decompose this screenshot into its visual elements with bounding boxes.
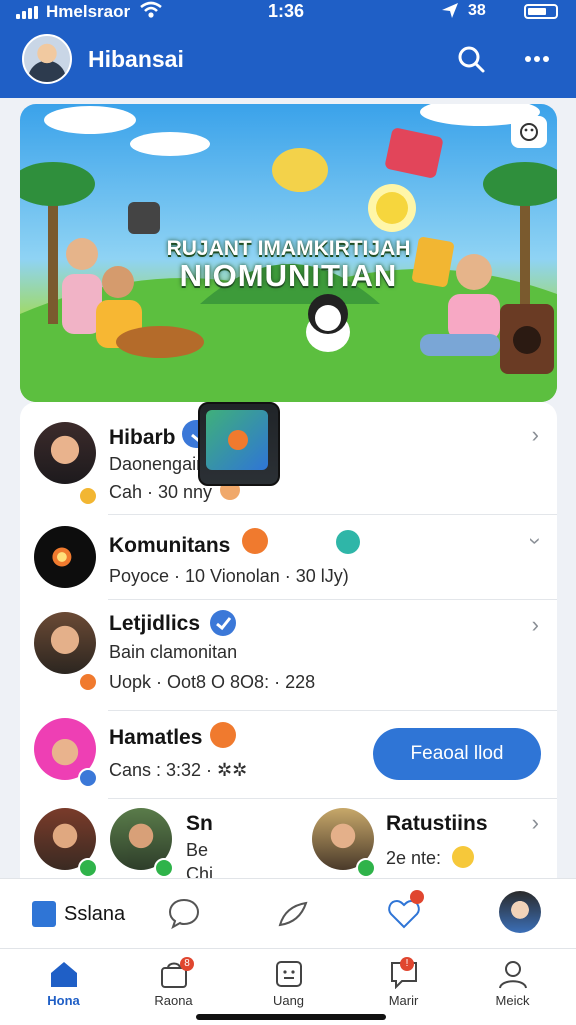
chevron-right-icon[interactable]: › — [532, 612, 539, 638]
list-item-title: Hamatles — [109, 726, 203, 749]
home-indicator — [196, 1014, 386, 1020]
tab-label: Hona — [47, 993, 80, 1008]
battery-icon — [524, 4, 558, 19]
list-item[interactable]: Hibarb Daonengains sobsiall Cah · 30 nny… — [20, 402, 557, 506]
tab-label: Raona — [154, 993, 193, 1008]
chevron-down-icon[interactable]: › — [522, 537, 548, 544]
profile-icon — [499, 961, 527, 989]
status-badge — [154, 858, 174, 878]
chevron-right-icon[interactable]: › — [532, 422, 539, 448]
list-item-title: Komunitans — [109, 534, 231, 557]
app-header: Hmelsraor 1:36 38 Hibansai — [0, 0, 576, 98]
battery-percent: 38 — [468, 2, 486, 19]
list-item-meta: Uopk · Oot8 O 8O8: · 228 — [109, 672, 316, 692]
flame-icon — [210, 722, 236, 748]
list-item-subtitle: Poyoce · 10 Vionolan · 30 lJy) — [109, 566, 349, 586]
status-badge — [78, 672, 98, 692]
verified-icon — [210, 610, 236, 636]
list-item-title: Letjidlics — [109, 612, 201, 635]
signal-icon — [16, 6, 38, 19]
tab-label: Marir — [388, 993, 419, 1008]
community-list: Hibarb Daonengains sobsiall Cah · 30 nny… — [20, 402, 557, 882]
carrier-name: Hmelsraor — [46, 2, 131, 21]
wifi-icon — [140, 1, 162, 24]
avatar — [34, 612, 96, 674]
profile-avatar[interactable] — [22, 34, 72, 84]
status-badge — [78, 768, 98, 788]
search-icon[interactable] — [456, 44, 486, 74]
list-item-subtitle: 2e nte: — [386, 848, 442, 868]
list-item[interactable]: Sn Be Chi Ratustiins 2e nte: › — [20, 798, 557, 882]
flame-icon — [242, 528, 268, 554]
social-action-button[interactable]: Feaoal llod — [373, 728, 541, 780]
list-item-subtitle: Be — [186, 840, 209, 860]
compose-bar: Sslana — [0, 878, 576, 949]
home-icon — [51, 962, 77, 987]
avatar — [34, 526, 96, 588]
compose-label[interactable]: Sslana — [64, 903, 125, 926]
list-item-subtitle: Cans : 3:32 · ✲✲ — [109, 760, 248, 780]
avatar — [34, 422, 96, 484]
preview-thumbnail[interactable] — [198, 402, 280, 486]
avatar[interactable] — [499, 891, 541, 933]
list-item-title: Sn — [186, 812, 213, 835]
page-title: Hibansai — [88, 46, 184, 72]
emoji-icon — [452, 846, 474, 868]
chat-bubble-icon — [336, 530, 360, 554]
comment-icon[interactable] — [167, 896, 201, 930]
list-item-title: Hibarb — [109, 426, 176, 449]
banner-action-icon[interactable] — [511, 116, 547, 148]
chevron-right-icon[interactable]: › — [532, 810, 539, 836]
tab-label: Uang — [272, 993, 305, 1008]
status-badge — [78, 858, 98, 878]
tab-home[interactable]: Hona — [6, 949, 121, 1025]
tab-badge: 8 — [180, 957, 194, 971]
tab-profile[interactable]: Meick — [455, 949, 570, 1025]
status-badge — [356, 858, 376, 878]
more-icon[interactable] — [522, 44, 552, 74]
community-banner[interactable]: RUJANT IMAMKIRTIJAH NIOMUNITIAN — [20, 104, 557, 402]
list-item-meta: Cah · 30 nny — [109, 482, 213, 502]
list-item-title: Ratustiins — [386, 812, 488, 835]
clock: 1:36 — [268, 1, 305, 21]
tab-label: Meick — [495, 993, 530, 1008]
edit-icon[interactable] — [32, 901, 56, 927]
banner-title: NIOMUNITIAN — [179, 258, 398, 293]
list-item[interactable]: Letjidlics Bain clamonitan Uopk · Oot8 O… — [20, 600, 557, 710]
list-item[interactable]: Komunitans Poyoce · 10 Vionolan · 30 lJy… — [20, 514, 557, 598]
location-icon — [440, 1, 460, 24]
status-badge — [78, 486, 98, 506]
status-bar: Hmelsraor 1:36 38 — [0, 0, 576, 24]
share-icon[interactable] — [276, 897, 310, 931]
chat-square-icon — [276, 961, 302, 987]
list-item-subtitle: Bain clamonitan — [109, 642, 238, 662]
notification-badge — [410, 890, 424, 904]
tab-badge: ! — [400, 957, 414, 971]
